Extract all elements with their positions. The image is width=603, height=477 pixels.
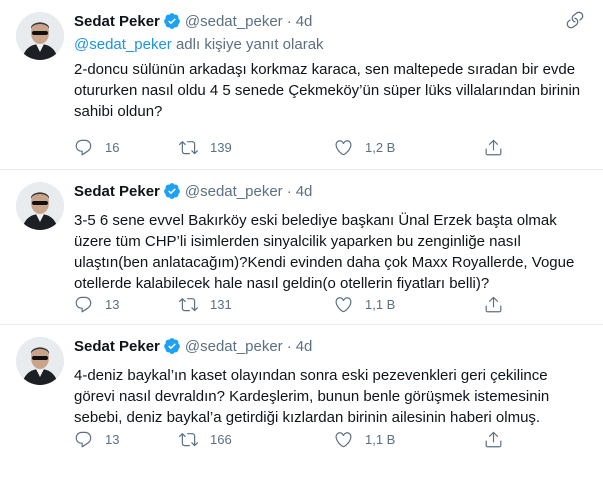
timestamp[interactable]: 4d [296,13,313,30]
retweet-icon [179,298,198,312]
author-name[interactable]: Sedat Peker [74,13,160,30]
reply-button[interactable]: 16 [74,138,119,157]
tweet-actions: 13 166 1,1 B [74,430,594,452]
retweet-icon [179,141,198,155]
tweet-3[interactable]: Sedat Peker @sedat_peker · 4d 4-deniz ba… [0,325,603,477]
share-icon [485,139,502,156]
tweet-2[interactable]: Sedat Peker @sedat_peker · 4d 3-5 6 sene… [0,170,603,325]
reply-context-text: adlı kişiye yanıt olarak [171,36,324,53]
separator-dot: · [286,182,292,200]
verified-badge-icon [163,182,181,200]
retweet-button[interactable]: 139 [179,138,232,157]
avatar[interactable] [16,182,64,230]
like-button[interactable]: 1,1 B [334,295,395,314]
author-name[interactable]: Sedat Peker [74,183,160,200]
like-button[interactable]: 1,2 B [334,138,395,157]
like-button[interactable]: 1,1 B [334,430,395,449]
more-options-icon[interactable] [565,10,587,32]
avatar[interactable] [16,12,64,60]
reply-icon [75,431,92,448]
heart-icon [335,140,352,156]
retweet-count: 166 [210,432,232,447]
verified-badge-icon [163,12,181,30]
tweet-1[interactable]: Sedat Peker @sedat_peker · 4d @sedat_pek… [0,0,603,170]
timestamp[interactable]: 4d [296,183,313,200]
reply-button[interactable]: 13 [74,295,119,314]
avatar-image [16,12,64,60]
reply-count: 13 [105,432,120,447]
retweet-icon [179,433,198,447]
like-count: 1,1 B [365,432,396,447]
author-handle[interactable]: @sedat_peker [185,183,283,200]
reply-count: 16 [105,140,120,155]
avatar-image [16,182,64,230]
like-count: 1,1 B [365,297,396,312]
avatar[interactable] [16,337,64,385]
tweet-text: 3-5 6 sene evvel Bakırköy eski belediye … [74,212,575,292]
separator-dot: · [286,337,292,355]
share-button[interactable] [484,138,503,157]
retweet-count: 139 [210,140,232,155]
reply-mention-link[interactable]: @sedat_peker [74,36,172,53]
verified-badge-icon [163,337,181,355]
retweet-button[interactable]: 131 [179,295,232,314]
timestamp[interactable]: 4d [296,338,313,355]
heart-icon [335,297,352,313]
tweet-actions: 16 139 1,2 B [74,138,594,160]
reply-icon [75,139,92,156]
heart-icon [335,432,352,448]
reply-button[interactable]: 13 [74,430,119,449]
reply-icon [75,296,92,313]
author-name[interactable]: Sedat Peker [74,338,160,355]
share-button[interactable] [484,295,503,314]
share-icon [485,431,502,448]
avatar-image [16,337,64,385]
tweet-text: 4-deniz baykal’ın kaset olayından sonra … [74,367,550,426]
separator-dot: · [286,12,292,30]
reply-context: @sedat_peker adlı kişiye yanıt olarak [74,35,589,55]
share-button[interactable] [484,430,503,449]
reply-count: 13 [105,297,120,312]
share-icon [485,296,502,313]
author-handle[interactable]: @sedat_peker [185,338,283,355]
like-count: 1,2 B [365,140,396,155]
retweet-button[interactable]: 166 [179,430,232,449]
author-handle[interactable]: @sedat_peker [185,13,283,30]
tweet-text: 2-doncu sülünün arkadaşı korkmaz karaca,… [74,61,581,120]
tweet-actions: 13 131 1,1 B [74,295,594,317]
retweet-count: 131 [210,297,232,312]
